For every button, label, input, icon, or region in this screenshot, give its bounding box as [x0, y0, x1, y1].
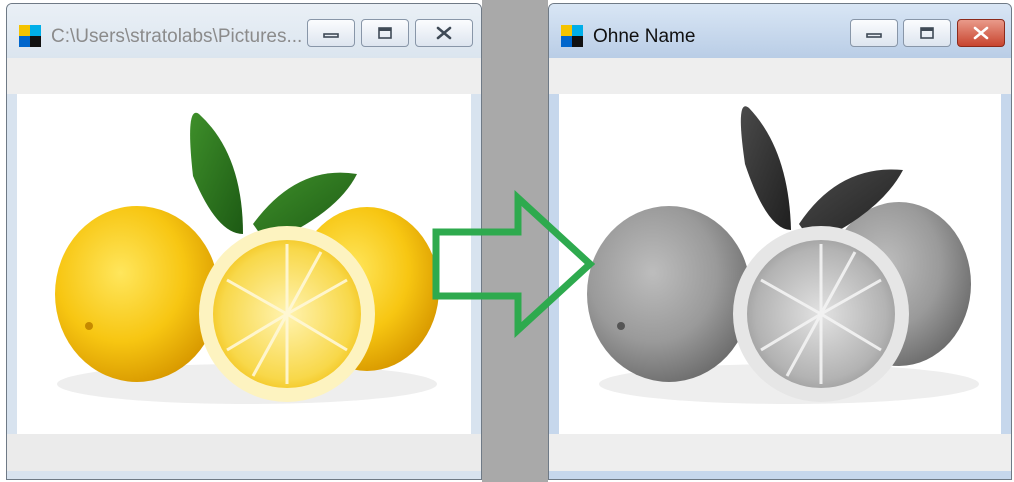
app-icon[interactable]: [561, 25, 583, 47]
maximize-icon: [378, 27, 392, 39]
title-bar[interactable]: Ohne Name: [549, 4, 1011, 58]
image-canvas: [17, 94, 471, 434]
close-button[interactable]: [957, 19, 1005, 47]
maximize-button[interactable]: [361, 19, 409, 47]
source-image-window[interactable]: C:\Users\stratolabs\Pictures...: [6, 3, 482, 480]
maximize-icon: [920, 27, 934, 39]
minimize-icon: [866, 33, 882, 38]
maximize-button[interactable]: [903, 19, 951, 47]
window-title: C:\Users\stratolabs\Pictures...: [51, 26, 303, 47]
toolbar-area: [549, 58, 1011, 94]
status-area: [549, 434, 1011, 479]
window-title: Ohne Name: [593, 26, 696, 47]
minimize-button[interactable]: [307, 19, 355, 47]
title-bar[interactable]: C:\Users\stratolabs\Pictures...: [7, 4, 481, 58]
result-image-window[interactable]: Ohne Name: [548, 3, 1012, 480]
close-button[interactable]: [415, 19, 473, 47]
close-icon: [436, 26, 452, 40]
app-icon[interactable]: [19, 25, 41, 47]
lemons-grayscale-image: [587, 106, 979, 404]
status-area: [7, 434, 481, 479]
minimize-button[interactable]: [850, 19, 898, 47]
lemons-color-image: [55, 112, 439, 404]
right-arrow-icon: [432, 190, 596, 338]
close-icon: [973, 26, 989, 40]
toolbar-area: [7, 58, 481, 94]
image-canvas: [559, 94, 1001, 434]
minimize-icon: [323, 33, 339, 38]
